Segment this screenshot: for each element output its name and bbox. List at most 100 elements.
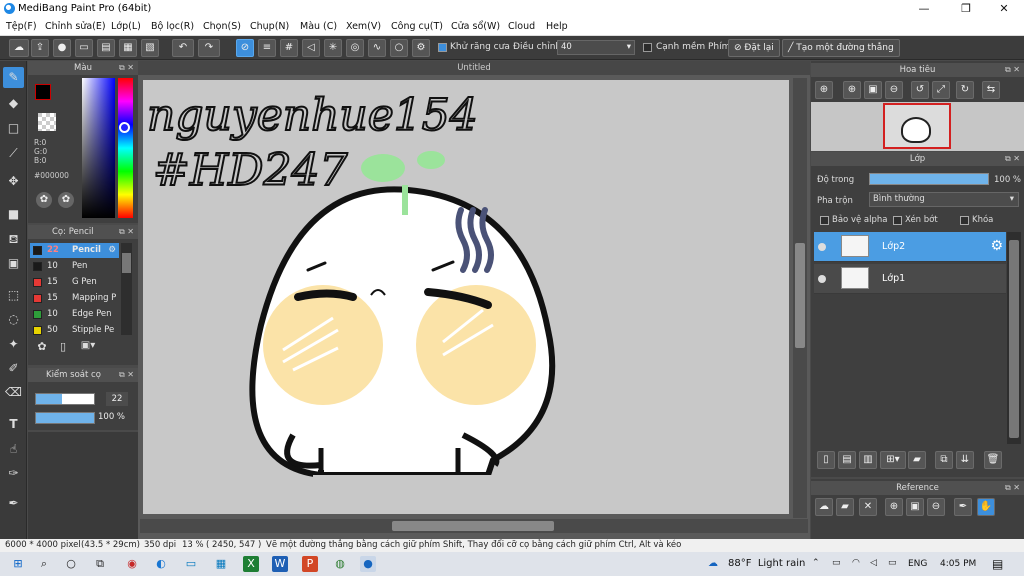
text-tool-icon[interactable]: T <box>3 414 24 435</box>
close-button[interactable]: ✕ <box>984 0 1024 18</box>
menu-layer[interactable]: Lớp(L) <box>111 21 141 32</box>
brush-panel-close-icon[interactable]: ⧉ ✕ <box>119 225 134 239</box>
volume-icon[interactable]: ◁ <box>870 558 877 568</box>
tray-chevron-icon[interactable]: ⌃ <box>812 558 820 568</box>
chrome-icon[interactable]: ◍ <box>332 556 348 572</box>
antialias-checkbox[interactable] <box>438 43 447 52</box>
close-reference-icon[interactable]: ✕ <box>859 498 877 516</box>
merge-layer-icon[interactable]: ⇊ <box>956 451 974 469</box>
minimize-button[interactable]: — <box>904 0 944 18</box>
panel-icon[interactable]: ▦ <box>119 39 137 57</box>
store-icon[interactable]: ▦ <box>213 556 229 572</box>
brush-item[interactable]: 10 Pen <box>30 259 119 274</box>
search-icon[interactable]: ⌕ <box>36 556 52 572</box>
brush-control-close-icon[interactable]: ⧉ ✕ <box>119 368 134 382</box>
panel-close-icon[interactable]: ⧉ ✕ <box>119 61 134 75</box>
reference-zoom-in-icon[interactable]: ⊕ <box>885 498 903 516</box>
snap-settings-icon[interactable]: ⚙ <box>412 39 430 57</box>
menu-capture[interactable]: Chụp(N) <box>250 21 289 32</box>
menu-select[interactable]: Chọn(S) <box>203 21 241 32</box>
menu-file[interactable]: Tệp(F) <box>6 21 37 32</box>
weather-text[interactable]: 88°F Light rain <box>728 558 805 569</box>
layer-close-icon[interactable]: ⧉ ✕ <box>1005 152 1020 166</box>
reference-zoom-out-icon[interactable]: ⊖ <box>927 498 945 516</box>
folder-icon[interactable]: ▰ <box>908 451 926 469</box>
brush-item[interactable]: 15 G Pen <box>30 275 119 290</box>
edge-icon[interactable]: ◐ <box>153 556 169 572</box>
lasso-tool-icon[interactable]: ◌ <box>3 309 24 330</box>
curve-snap-icon[interactable]: ∿ <box>368 39 386 57</box>
layer-row[interactable]: Lớp2 ⚙ <box>814 232 1006 262</box>
operation-tool-icon[interactable]: ☝ <box>3 439 24 460</box>
windows-start-icon[interactable]: ⊞ <box>10 556 26 572</box>
comment-icon[interactable]: ▭ <box>75 39 93 57</box>
canvas-horizontal-scrollbar[interactable] <box>140 519 808 533</box>
lock-checkbox[interactable] <box>960 216 969 225</box>
primary-color-swatch[interactable] <box>35 84 51 100</box>
eyedropper-tool-icon[interactable]: ✒ <box>3 493 24 514</box>
hand-icon[interactable]: ✋ <box>977 498 995 516</box>
trash-icon[interactable]: 🗑 <box>984 451 1002 469</box>
palette-icon[interactable]: ✿ <box>36 192 52 208</box>
brush-size-value[interactable]: 22 <box>106 392 128 406</box>
export-icon[interactable]: ⇪ <box>31 39 49 57</box>
battery-icon[interactable]: ▭ <box>888 558 897 568</box>
bucket-tool-icon[interactable]: ⛾ <box>3 229 24 250</box>
menu-window[interactable]: Cửa sổ(W) <box>451 21 500 32</box>
reference-fit-icon[interactable]: ▣ <box>906 498 924 516</box>
hue-slider-handle[interactable] <box>119 122 130 133</box>
canvas-vertical-scrollbar[interactable] <box>793 78 807 518</box>
scrollbar-thumb[interactable] <box>795 243 805 348</box>
page-icon[interactable]: ▤ <box>97 39 115 57</box>
brush-item[interactable]: 15 Mapping P <box>30 291 119 306</box>
select-eraser-tool-icon[interactable]: ⌫ <box>3 382 24 403</box>
transparent-color-swatch[interactable] <box>38 113 56 131</box>
zoom-fit-icon[interactable]: ⊕ <box>815 81 833 99</box>
brush-opacity-slider[interactable] <box>35 412 95 424</box>
move-tool-icon[interactable]: ✥ <box>3 171 24 192</box>
fill-rect-tool-icon[interactable]: ■ <box>3 204 24 225</box>
grid-snap-icon[interactable]: # <box>280 39 298 57</box>
zoom-in-icon[interactable]: ⊕ <box>843 81 861 99</box>
open-folder-icon[interactable]: ▰ <box>836 498 854 516</box>
menu-view[interactable]: Xem(V) <box>346 21 381 32</box>
reset-button[interactable]: ⊘ Đặt lại <box>728 39 780 57</box>
medibang-taskbar-icon[interactable]: ● <box>360 556 376 572</box>
star-snap-icon[interactable]: ✳ <box>324 39 342 57</box>
gradient-tool-icon[interactable]: ▣ <box>3 253 24 274</box>
powerpoint-icon[interactable]: P <box>302 556 318 572</box>
clipping-checkbox[interactable] <box>893 216 902 225</box>
radial-snap-icon[interactable]: ◁ <box>302 39 320 57</box>
brush-menu-icon[interactable]: ▣▾ <box>77 340 99 356</box>
clock[interactable]: 4:05 PM <box>940 559 976 569</box>
soft-edge-checkbox[interactable] <box>643 43 652 52</box>
tile-icon[interactable]: ▧ <box>141 39 159 57</box>
redo-icon[interactable]: ↷ <box>198 39 220 57</box>
menu-color[interactable]: Màu (C) <box>300 21 337 32</box>
document-tab[interactable]: Untitled <box>138 61 810 75</box>
app-icon-1[interactable]: ◉ <box>124 556 140 572</box>
new-brush-icon[interactable]: ▯ <box>56 340 70 356</box>
cloud-icon[interactable]: ☁ <box>9 39 29 57</box>
brush-add-icon[interactable]: ✿ <box>34 340 50 356</box>
gear-icon[interactable]: ⚙ <box>990 238 1003 254</box>
circle-snap-icon[interactable]: ◎ <box>346 39 364 57</box>
rotate-right-icon[interactable]: ↻ <box>956 81 974 99</box>
navigator-close-icon[interactable]: ⧉ ✕ <box>1005 63 1020 77</box>
maximize-button[interactable]: ❐ <box>946 0 986 18</box>
undo-icon[interactable]: ↶ <box>172 39 194 57</box>
eye-icon[interactable] <box>818 243 826 251</box>
layer-opacity-slider[interactable] <box>869 173 989 185</box>
new-halftone-layer-icon[interactable]: ▤ <box>838 451 856 469</box>
rectangle-tool-icon[interactable]: □ <box>3 118 24 139</box>
reference-close-icon[interactable]: ⧉ ✕ <box>1005 481 1020 495</box>
snap-off-icon[interactable]: ⊘ <box>236 39 254 57</box>
menu-filter[interactable]: Bộ lọc(R) <box>151 21 194 32</box>
weather-icon[interactable]: ☁ <box>708 558 718 569</box>
zoom-actual-icon[interactable]: ▣ <box>864 81 882 99</box>
select-tool-icon[interactable]: ⬚ <box>3 285 24 306</box>
monitor-icon[interactable]: ▭ <box>183 556 199 572</box>
excel-icon[interactable]: X <box>243 556 259 572</box>
gear-icon[interactable]: ⚙ <box>108 243 116 258</box>
wifi-icon[interactable]: ◠ <box>852 558 860 568</box>
